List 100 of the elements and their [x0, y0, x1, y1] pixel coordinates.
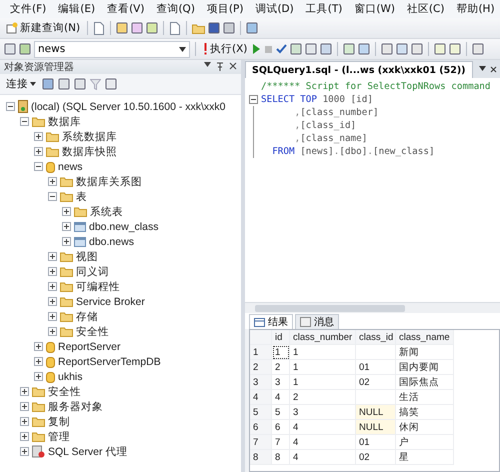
- expand-icon[interactable]: [34, 342, 43, 351]
- menu-item[interactable]: 工具(T): [300, 2, 348, 16]
- expand-icon[interactable]: [20, 387, 29, 396]
- menu-item[interactable]: 编辑(E): [52, 2, 102, 16]
- column-header[interactable]: class_name: [396, 330, 454, 345]
- expand-icon[interactable]: [20, 402, 29, 411]
- folder-icon: [60, 326, 73, 337]
- expand-icon[interactable]: [20, 447, 29, 456]
- expand-icon[interactable]: [20, 417, 29, 426]
- table-cell: 1: [290, 375, 356, 390]
- expand-icon[interactable]: [48, 297, 57, 306]
- folder-icon: [32, 431, 45, 442]
- row-number: 6: [250, 420, 272, 435]
- table-cell: 1: [290, 345, 356, 360]
- tree-item[interactable]: 服务器对象: [48, 400, 103, 414]
- tree-item[interactable]: 复制: [48, 414, 70, 428]
- database-dropdown[interactable]: news: [34, 40, 190, 58]
- expand-icon[interactable]: [48, 177, 57, 186]
- table-cell: 4: [290, 450, 356, 465]
- collapse-icon[interactable]: [48, 192, 57, 201]
- expand-icon[interactable]: [48, 282, 57, 291]
- row-number: 5: [250, 405, 272, 420]
- table-cell: NULL: [356, 405, 396, 420]
- tree-item[interactable]: 视图: [76, 250, 98, 264]
- tree-item[interactable]: 系统数据库: [62, 130, 117, 144]
- code-line: ,[class_name]: [294, 133, 368, 144]
- database-icon: [46, 160, 55, 172]
- close-icon: [490, 66, 497, 72]
- table-cell: 户: [396, 435, 454, 450]
- collapse-icon[interactable]: [20, 117, 29, 126]
- menu-item[interactable]: 帮助(H): [450, 2, 500, 16]
- tree-item[interactable]: 数据库: [48, 114, 81, 128]
- tree-item[interactable]: dbo.news: [89, 236, 134, 248]
- expand-icon[interactable]: [34, 357, 43, 366]
- expand-icon[interactable]: [62, 207, 71, 216]
- row-number: 4: [250, 390, 272, 405]
- menu-item[interactable]: 调试(D): [249, 2, 300, 16]
- tree-item[interactable]: 同义词: [76, 264, 109, 278]
- tree-item[interactable]: 数据库快照: [62, 144, 117, 158]
- results-tab[interactable]: 结果: [249, 314, 293, 329]
- expand-icon[interactable]: [62, 237, 71, 246]
- collapse-icon[interactable]: [6, 102, 15, 111]
- expand-icon[interactable]: [48, 312, 57, 321]
- menu-item[interactable]: 文件(F): [4, 2, 52, 16]
- expand-icon[interactable]: [48, 327, 57, 336]
- folder-icon: [46, 146, 59, 157]
- menu-item[interactable]: 查询(Q): [150, 2, 201, 16]
- table-cell: 2: [272, 360, 290, 375]
- play-icon: [252, 44, 262, 54]
- folder-icon: [60, 251, 73, 262]
- horizontal-scrollbar[interactable]: [245, 302, 500, 313]
- tree-item[interactable]: ReportServerTempDB: [58, 356, 161, 368]
- code-editor[interactable]: /****** Script for SelectTopNRows command SELECT TOP 1000 [id] ,[class_number] ,[class_id] ,[class_name] FROM [news].[dbo].[new_class]: [245, 78, 500, 302]
- expand-icon[interactable]: [62, 222, 71, 231]
- tree-item[interactable]: 安全性: [76, 324, 109, 338]
- table-cell: 1: [272, 345, 290, 360]
- database-icon: [46, 356, 55, 368]
- menu-item[interactable]: 查看(V): [101, 2, 150, 16]
- tree-item[interactable]: dbo.new_class: [89, 220, 158, 232]
- collapse-icon[interactable]: [34, 162, 43, 171]
- column-header[interactable]: id: [272, 330, 290, 345]
- expand-icon[interactable]: [20, 432, 29, 441]
- menu-item[interactable]: 窗口(W): [348, 2, 401, 16]
- table-icon: [74, 222, 86, 232]
- caret-icon: [204, 62, 211, 67]
- column-header[interactable]: class_id: [356, 330, 396, 345]
- tree-item[interactable]: 安全性: [48, 384, 81, 398]
- expand-icon[interactable]: [34, 132, 43, 141]
- connect-button[interactable]: 连接: [4, 75, 38, 93]
- tree-item[interactable]: ReportServer: [58, 340, 120, 352]
- folder-icon: [32, 116, 45, 127]
- new-query-button[interactable]: 新建查询(N): [4, 19, 82, 37]
- expand-icon[interactable]: [48, 267, 57, 276]
- tree-item[interactable]: 可编程性: [76, 280, 120, 294]
- tree-item[interactable]: 存储: [76, 310, 98, 324]
- tree-item[interactable]: (local) (SQL Server 10.50.1600 - xxk\xxk0: [31, 100, 226, 112]
- table-cell: 6: [272, 420, 290, 435]
- expand-icon[interactable]: [34, 147, 43, 156]
- tree-item[interactable]: 系统表: [90, 204, 123, 218]
- tree-item[interactable]: 管理: [48, 430, 70, 444]
- expand-icon[interactable]: [34, 372, 43, 381]
- table-cell: 生活: [396, 390, 454, 405]
- tree-item[interactable]: SQL Server 代理: [48, 444, 128, 458]
- table-cell: 搞笑: [396, 405, 454, 420]
- table-cell: 休闲: [396, 420, 454, 435]
- tree-item[interactable]: 表: [76, 190, 87, 204]
- results-tab[interactable]: 消息: [295, 314, 339, 329]
- code-line: /****** Script for SelectTopNRows command: [261, 81, 490, 92]
- table-cell: 02: [356, 450, 396, 465]
- tree-item[interactable]: 数据库关系图: [76, 174, 142, 188]
- tree-item[interactable]: news: [58, 160, 83, 172]
- column-header[interactable]: class_number: [290, 330, 356, 345]
- menu-item[interactable]: 社区(C): [400, 2, 450, 16]
- execute-button[interactable]: 执行(X): [201, 40, 250, 58]
- tree-item[interactable]: Service Broker: [76, 296, 145, 308]
- tree-item[interactable]: ukhis: [58, 370, 83, 382]
- code-line: ,[class_id]: [294, 120, 356, 131]
- menu-item[interactable]: 项目(P): [200, 2, 250, 16]
- expand-icon[interactable]: [48, 252, 57, 261]
- document-tab[interactable]: SQLQuery1.sql - (l...ws (xxk\xxk01 (52)): [245, 61, 473, 78]
